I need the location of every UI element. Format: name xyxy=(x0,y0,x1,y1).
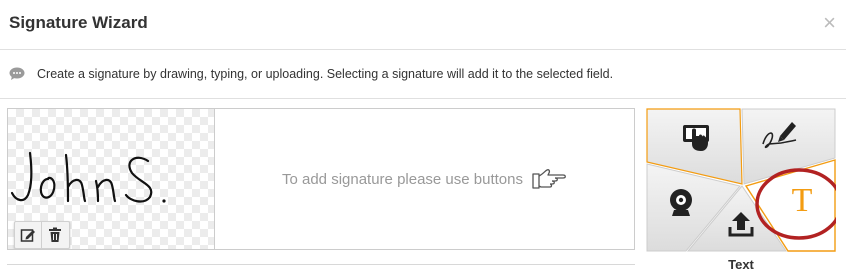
signature-drawing xyxy=(10,151,166,203)
close-icon[interactable]: × xyxy=(823,12,836,34)
empty-hint: To add signature please use buttons xyxy=(215,109,634,249)
preview-toolbar xyxy=(14,221,70,249)
edit-icon[interactable] xyxy=(15,222,41,248)
hint-text: To add signature please use buttons xyxy=(281,170,523,188)
pointing-hand-icon xyxy=(532,169,566,189)
trash-icon[interactable] xyxy=(41,222,68,248)
signature-area: To add signature please use buttons xyxy=(7,108,635,250)
selected-option-label: Text xyxy=(728,257,754,272)
dialog-title: Signature Wizard xyxy=(9,13,148,32)
text-T-icon: T xyxy=(792,182,813,219)
signature-preview[interactable] xyxy=(8,109,215,249)
content-bottom-border xyxy=(7,264,635,265)
chat-bubble-icon xyxy=(9,67,25,81)
header-divider xyxy=(0,98,846,99)
dialog-header: Signature Wizard × xyxy=(0,0,846,50)
info-text: Create a signature by drawing, typing, o… xyxy=(37,67,614,81)
signature-options: T xyxy=(646,108,836,252)
info-message: Create a signature by drawing, typing, o… xyxy=(9,65,613,83)
